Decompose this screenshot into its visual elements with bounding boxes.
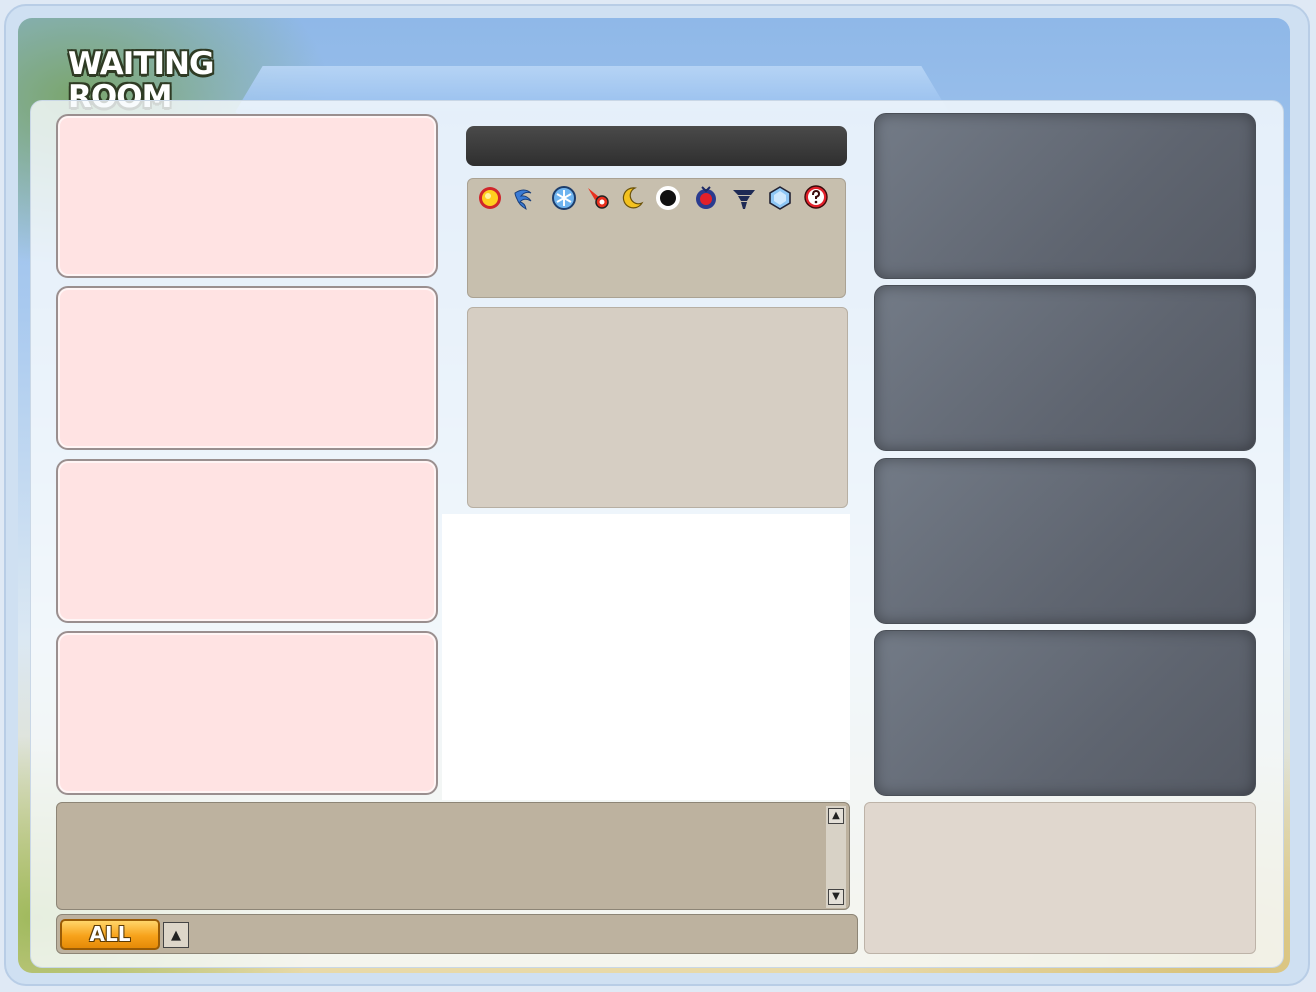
fireball-icon[interactable] [584,184,612,212]
crescent-moon-icon[interactable] [618,184,646,212]
tornado-icon[interactable] [730,184,758,212]
red-bomb-icon[interactable] [692,184,720,212]
chat-mode-dropdown-button[interactable]: ▲ [163,922,189,948]
whirlwind-icon[interactable] [510,184,538,212]
random-item-icon[interactable] [802,184,830,212]
map-name-bar [466,126,847,166]
ice-shield-icon[interactable] [550,184,578,212]
left-player-slot-3[interactable] [56,459,438,623]
scroll-down-button[interactable]: ▼ [828,889,844,905]
chat-log [56,802,850,910]
right-player-slot-4[interactable] [874,630,1256,796]
right-player-slot-1[interactable] [874,113,1256,279]
sun-orb-icon[interactable] [476,184,504,212]
room-info-panel [864,802,1256,954]
scroll-up-button[interactable]: ▲ [828,808,844,824]
black-bomb-icon[interactable] [654,184,682,212]
left-player-slot-4[interactable] [56,631,438,795]
left-player-slot-1[interactable] [56,114,438,278]
right-player-slot-2[interactable] [874,285,1256,451]
item-selection-panel [467,178,846,298]
map-preview-area [442,514,850,800]
chat-mode-all-button[interactable]: ALL [60,919,160,950]
game-info-panel [467,307,848,508]
right-player-slot-3[interactable] [874,458,1256,624]
left-player-slot-2[interactable] [56,286,438,450]
crystal-shield-icon[interactable] [766,184,794,212]
